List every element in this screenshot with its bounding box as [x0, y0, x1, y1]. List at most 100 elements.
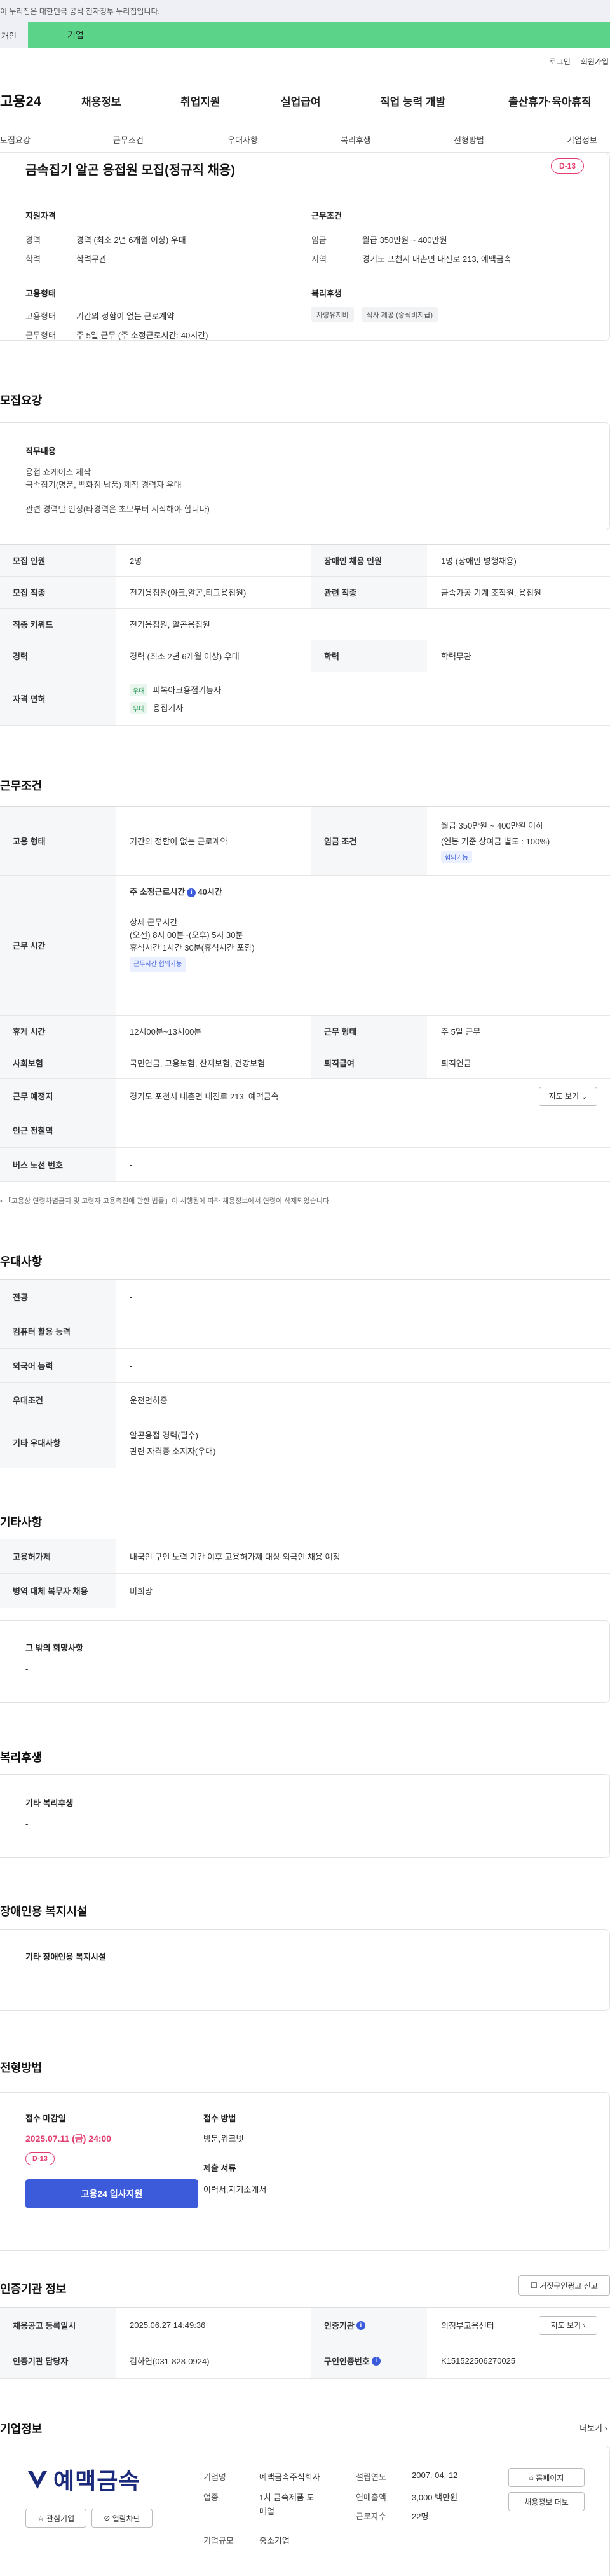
nav-item-employment-support[interactable]: 취업지원 — [180, 93, 220, 109]
td-bus: - — [130, 1160, 133, 1169]
pref-tag: 우대 — [130, 701, 148, 714]
process-card: 접수 마감일 2025.07.11 (금) 24:00 D-13 고용24 입사… — [0, 2092, 610, 2251]
other-wishes-card: 그 밖의 희망사항 - — [0, 1620, 610, 1703]
job-desc-line: 관련 경력만 인정(타경력은 초보부터 시작해야 합니다) — [25, 504, 210, 514]
homepage-button[interactable]: ⌂ 홈페이지 — [508, 2468, 585, 2487]
disabled-facility-heading: 장애인용 복지시설 — [0, 1905, 88, 1918]
company-name-label: 기업명 — [203, 2472, 226, 2482]
th-posted-at: 채용공고 등록일시 — [0, 2308, 116, 2343]
welfare-chip: 차량유지비 — [311, 307, 354, 322]
chevron-right-icon: › — [604, 2423, 607, 2433]
emptype-value: 기간의 정함이 없는 근로계약 — [76, 312, 175, 321]
nav-item-leave[interactable]: 출산휴가·육아휴직 — [508, 93, 592, 109]
th-break: 휴게 시간 — [0, 1016, 116, 1047]
site-logo[interactable]: 고용24 — [0, 90, 76, 111]
th-related-job: 관련 직종 — [311, 577, 427, 608]
td-job-category: 전기용접원(아크,알곤,티그용접원) — [130, 588, 247, 598]
td-career: 경력 (최소 2년 6개월 이상) 우대 — [130, 652, 240, 661]
gov-banner: 이 누리집은 대한민국 공식 전자정부 누리집입니다. — [0, 0, 610, 22]
info-icon[interactable]: i — [187, 888, 196, 897]
edu-label: 학력 — [25, 254, 41, 264]
company-logo-icon — [28, 2471, 47, 2489]
section-tab-welfare[interactable]: 복리후생 — [341, 134, 371, 146]
disabled-facility-title: 기타 장애인용 복지시설 — [25, 1952, 106, 1962]
license-item: 용접기사 — [152, 703, 184, 713]
apply-button[interactable]: 고용24 입사지원 — [25, 2179, 198, 2208]
td-license: 우대 피복아크용접기능사 우대 용접기사 — [116, 672, 610, 725]
th-major: 전공 — [0, 1280, 116, 1314]
hours-detail-line: (오전) 8시 00분~(오후) 5시 30분 — [130, 930, 243, 940]
etc-heading: 기타사항 — [0, 1516, 43, 1529]
section-tab-company[interactable]: 기업정보 — [567, 134, 597, 146]
td-wage: 월급 350만원 ~ 400만원 이하 (연봉 기준 상여금 별도 : 100%… — [427, 807, 610, 875]
preference-heading: 우대사항 — [0, 1255, 43, 1268]
job-desc-line — [25, 492, 210, 503]
company-biz-value: 1차 금속제품 도 매업 — [259, 2493, 315, 2516]
qualification-title: 지원자격 — [25, 211, 56, 221]
td-headcount: 2명 — [130, 556, 142, 566]
th-job-category: 모집 직종 — [0, 577, 116, 608]
td-disabled-hire: 1명 (장애인 병행채용) — [441, 556, 517, 566]
top-links: 로그인 회원가입 — [550, 56, 610, 67]
td-language: - — [130, 1361, 133, 1370]
hours-detail-title: 상세 근무시간 — [130, 918, 178, 927]
work-conditions-title: 근무조건 — [311, 211, 342, 221]
login-link[interactable]: 로그인 — [550, 56, 571, 67]
th-other-pref: 기타 우대사항 — [0, 1417, 116, 1468]
td-hours: 주 소정근로시간 i 40시간 상세 근무시간 (오전) 8시 00분~(오후) 5… — [116, 876, 610, 1015]
company-scale-value: 중소기업 — [259, 2536, 290, 2545]
wage-range: 월급 350만원 ~ 400만원 이하 — [441, 821, 544, 830]
other-wishes-title: 그 밖의 희망사항 — [25, 1643, 83, 1653]
info-icon[interactable]: i — [371, 2356, 381, 2366]
other-pref-line: 관련 자격증 소지자(우대) — [130, 1446, 216, 1456]
th-pref-condition: 우대조건 — [0, 1383, 116, 1417]
job-desc-line: 용접 쇼케이스 제작 — [25, 467, 91, 477]
th-education: 학력 — [311, 640, 427, 672]
cert-table: 채용공고 등록일시 2025.06.27 14:49:36 인증기관 i 의정부고… — [0, 2307, 610, 2379]
block-view-button[interactable]: ⊘ 열람차단 — [92, 2509, 152, 2528]
license-item: 피복아크용접기능사 — [152, 685, 222, 695]
th-language: 외국어 능력 — [0, 1349, 116, 1382]
wage-bonus: (연봉 기준 상여금 별도 : 100%) — [441, 837, 550, 846]
conditions-heading: 근무조건 — [0, 780, 43, 792]
nav-item-skills[interactable]: 직업 능력 개발 — [380, 93, 445, 109]
company-more-link[interactable]: 더보기 › — [580, 2421, 607, 2434]
welfare-title: 복리후생 — [311, 289, 342, 298]
th-retirement: 퇴직급여 — [311, 1047, 427, 1078]
map-view-button[interactable]: 지도 보기 ⌄ — [539, 1086, 597, 1106]
company-name-value: 예맥금속주식회사 — [259, 2472, 320, 2482]
company-heading: 기업정보 — [0, 2423, 43, 2435]
nav-item-jobs[interactable]: 채용정보 — [81, 93, 121, 109]
tab-individual[interactable]: 개인 — [0, 22, 28, 48]
th-computer: 컴퓨터 활용 능력 — [0, 1314, 116, 1348]
interest-company-button[interactable]: ☆ 관심기업 — [25, 2509, 86, 2528]
th-cert-agency: 인증기관 i — [311, 2308, 427, 2343]
company-biz-label: 업종 — [203, 2493, 219, 2502]
td-posted-at: 2025.06.27 14:49:36 — [130, 2320, 206, 2330]
section-tab-recruit[interactable]: 모집요강 — [0, 134, 30, 146]
career-value: 경력 (최소 2년 6개월 이상) 우대 — [76, 235, 186, 245]
job-desc-line: 금속집기(명품, 백화점 납품) 제작 경력자 우대 — [25, 480, 182, 490]
td-related-job: 금속가공 기계 조작원, 용접원 — [441, 588, 541, 598]
agency-map-button[interactable]: 지도 보기 › — [539, 2315, 597, 2335]
tab-enterprise[interactable]: 기업 — [28, 22, 610, 48]
etc-table: 고용허가제 내국인 구인 노력 기간 이후 고용허가제 대상 외국인 채용 예정 … — [0, 1539, 610, 1608]
info-icon[interactable]: i — [356, 2320, 365, 2330]
block-icon: ⊘ — [104, 2514, 111, 2523]
negotiable-tag: 협의가능 — [441, 851, 472, 863]
section-tab-conditions[interactable]: 근무조건 — [113, 134, 144, 146]
th-insurance: 사회보험 — [0, 1047, 116, 1078]
false-ad-report-button[interactable]: ☐ 거짓구인광고 신고 — [518, 2275, 610, 2296]
company-logo: 예맥금속 — [25, 2463, 140, 2496]
td-cert-manager: 김하연(031-828-0924) — [130, 2357, 210, 2366]
section-tab-preference[interactable]: 우대사항 — [227, 134, 258, 146]
th-work-form: 근무 형태 — [311, 1016, 427, 1047]
company-jobs-button[interactable]: 채용정보 더보 — [508, 2492, 585, 2511]
region-label: 지역 — [311, 254, 327, 264]
cert-agency-name: 의정부고용센터 — [441, 2321, 494, 2331]
section-tab-process[interactable]: 전형방법 — [454, 134, 484, 146]
td-work-permit: 내국인 구인 노력 기간 이후 고용허가제 대상 외국인 채용 예정 — [130, 1552, 341, 1562]
signup-link[interactable]: 회원가입 — [581, 56, 609, 67]
nav-item-unemployment-benefit[interactable]: 실업급여 — [281, 93, 321, 109]
hours-detail-line: 휴식시간 1시간 30분(휴식시간 포함) — [130, 943, 255, 953]
